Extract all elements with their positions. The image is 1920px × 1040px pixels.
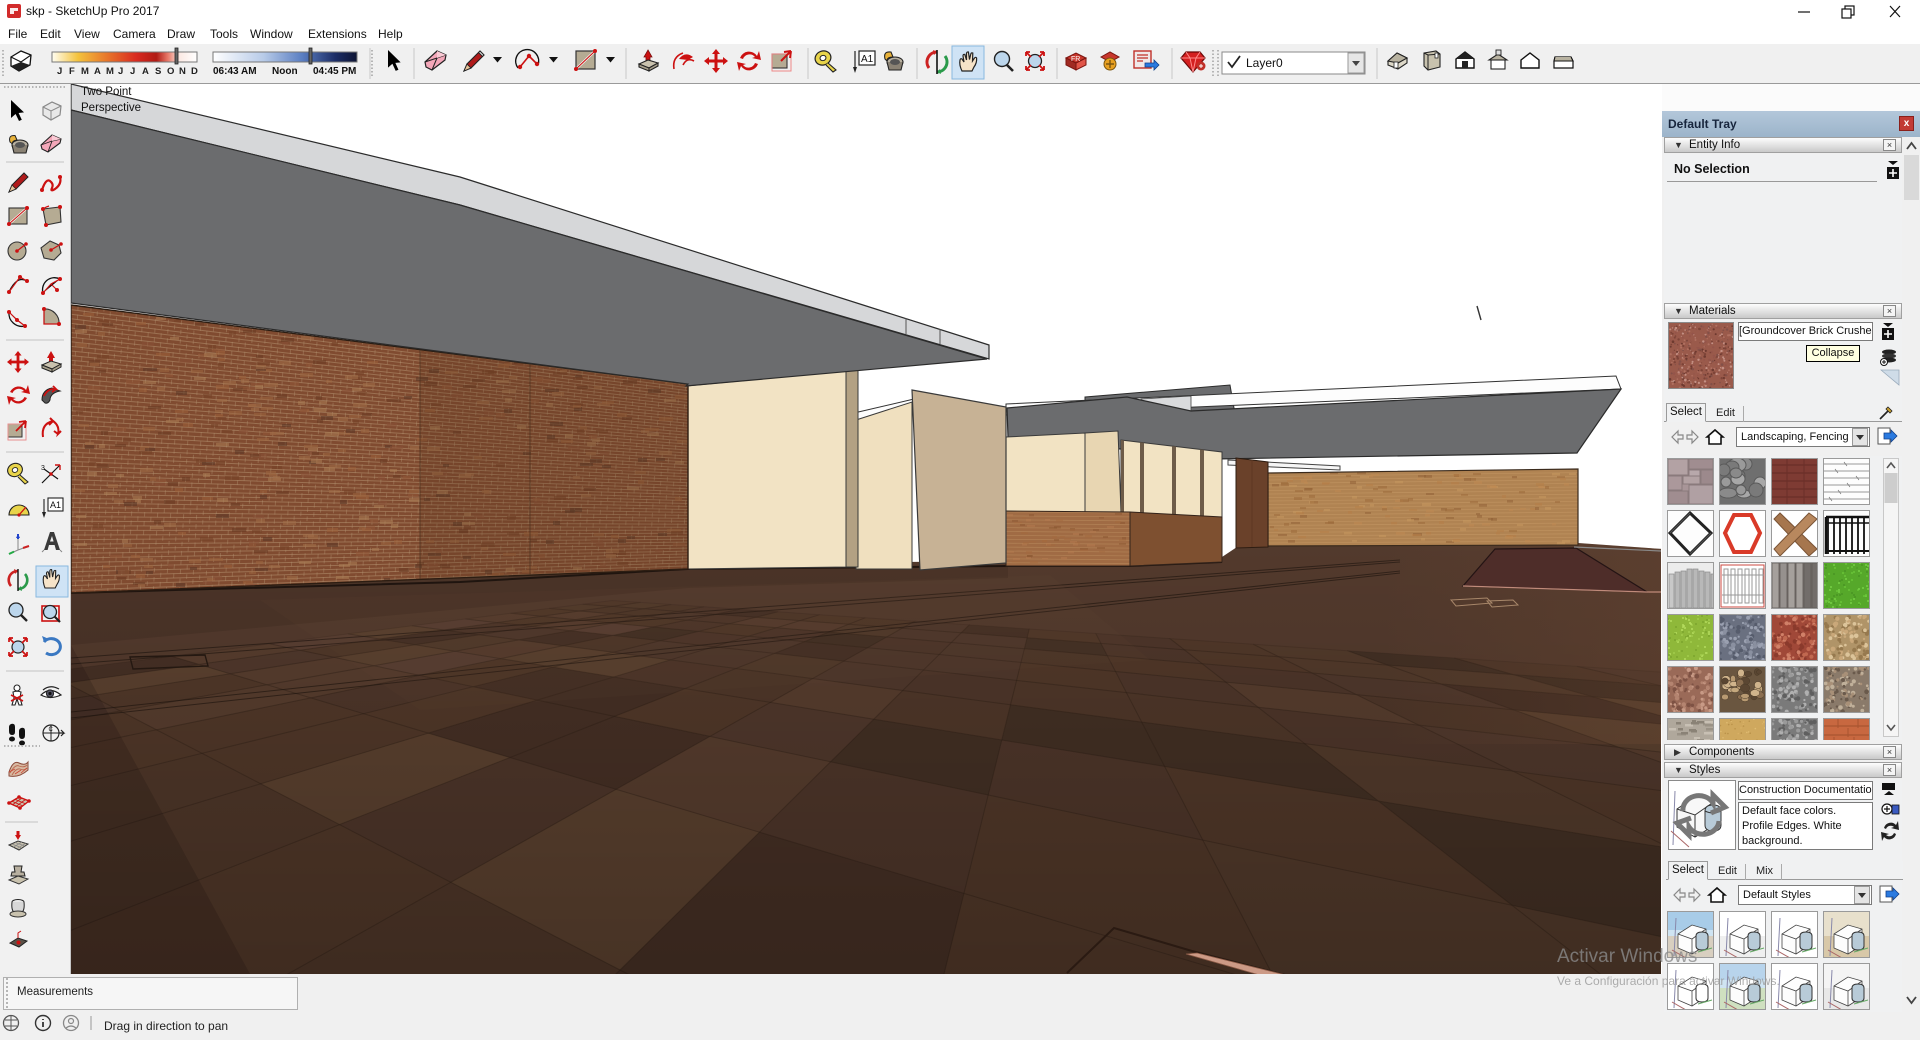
- svg-text:O: O: [167, 66, 174, 77]
- svg-text:A1: A1: [861, 54, 874, 65]
- svg-text:06:43 AM: 06:43 AM: [213, 66, 257, 77]
- svg-text:A1: A1: [50, 500, 61, 510]
- svg-text:Perspective: Perspective: [81, 102, 141, 114]
- svg-text:A: A: [142, 66, 149, 77]
- svg-text:Noon: Noon: [272, 66, 298, 77]
- svg-text:N: N: [179, 66, 186, 77]
- svg-text:C: C: [49, 727, 54, 733]
- svg-text:A: A: [94, 66, 101, 77]
- svg-text:3: 3: [41, 465, 45, 472]
- svg-text:04:45 PM: 04:45 PM: [313, 66, 356, 77]
- svg-text:J: J: [130, 66, 135, 77]
- svg-text:M: M: [81, 66, 89, 77]
- svg-text:Layer0: Layer0: [1246, 56, 1283, 70]
- svg-text:F: F: [69, 66, 75, 77]
- svg-text:M: M: [106, 66, 114, 77]
- svg-text:FR: FR: [1071, 56, 1080, 63]
- svg-text:J: J: [57, 66, 62, 77]
- svg-text:Two Point: Two Point: [81, 86, 132, 98]
- svg-text:D: D: [191, 66, 198, 77]
- svg-text:S: S: [155, 66, 161, 77]
- svg-text:J: J: [118, 66, 123, 77]
